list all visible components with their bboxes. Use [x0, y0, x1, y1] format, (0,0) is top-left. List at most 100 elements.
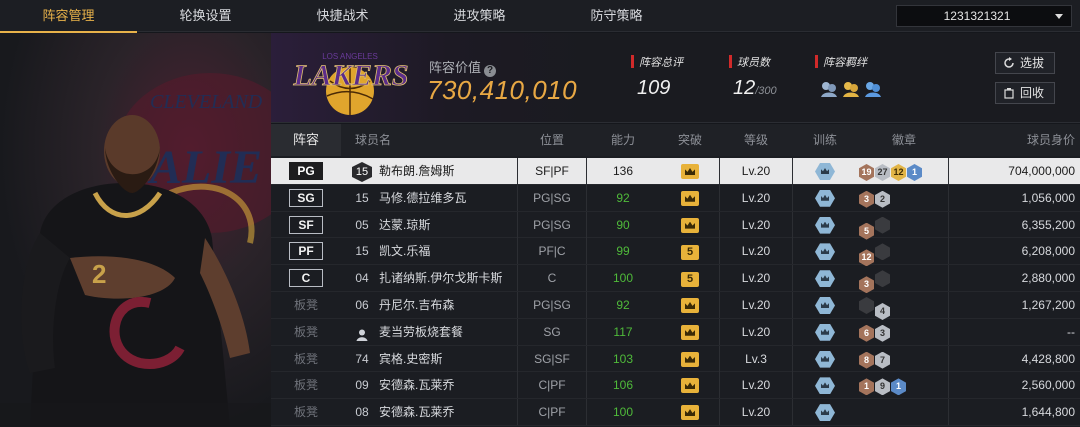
badges-cell[interactable]: 32	[859, 184, 949, 211]
training-icon[interactable]	[815, 377, 835, 395]
badge-icon[interactable]	[875, 270, 890, 288]
position-slot-badge[interactable]: SG	[289, 188, 323, 207]
training-cell[interactable]	[799, 185, 851, 211]
header-lineup[interactable]: 阵容	[271, 124, 341, 156]
crown-icon[interactable]	[681, 324, 699, 340]
training-icon[interactable]	[815, 323, 835, 341]
badges-cell[interactable]: 87	[859, 345, 949, 372]
lineup-slot-cell[interactable]: C	[271, 265, 341, 291]
position-slot-badge[interactable]: PG	[289, 162, 323, 180]
badge-icon[interactable]: 1	[891, 378, 906, 396]
lineup-slot-cell[interactable]: PG	[271, 158, 341, 184]
player-name[interactable]: 麦当劳板烧套餐	[379, 319, 529, 345]
crown-icon[interactable]	[681, 190, 699, 206]
lineup-slot-cell[interactable]: SF	[271, 212, 341, 238]
badges-cell[interactable]: 19 27 12 1	[859, 158, 949, 184]
table-row[interactable]: 板凳 74 宾格.史密斯 SG|SF 103 Lv.3 8 7 4,428,800	[271, 345, 1080, 373]
player-name[interactable]: 马修.德拉维多瓦	[379, 185, 529, 211]
crown-icon[interactable]	[681, 217, 699, 233]
badge-icon[interactable]: 7	[875, 351, 890, 369]
badge-icon[interactable]: 19	[859, 164, 874, 181]
training-cell[interactable]	[799, 212, 851, 238]
breakthrough-badge[interactable]: 5	[681, 272, 699, 288]
lineup-slot-cell[interactable]: 板凳	[271, 346, 341, 372]
tab-rotation-settings[interactable]: 轮换设置	[137, 0, 274, 32]
training-icon[interactable]	[815, 189, 835, 207]
training-icon[interactable]	[815, 216, 835, 234]
badge-icon[interactable]	[875, 243, 890, 261]
badge-icon[interactable]: 27	[875, 164, 890, 181]
breakthrough-cell[interactable]	[663, 212, 717, 238]
player-name[interactable]: 丹尼尔.吉布森	[379, 292, 529, 318]
badge-icon[interactable]: 12	[859, 249, 874, 267]
table-row[interactable]: PG 15 勒布朗.詹姆斯 SF|PF 136 Lv.20 19 27 12 1 704,000,0…	[271, 158, 1080, 185]
table-row[interactable]: 板凳 麦当劳板烧套餐 SG 117 Lv.20 6 3 --	[271, 318, 1080, 346]
table-row[interactable]: 板凳 08 安德森.瓦莱乔 C|PF 100 Lv.20 1,644,800	[271, 399, 1080, 426]
chemistry-icon-2[interactable]	[841, 79, 861, 99]
lineup-slot-cell[interactable]: 板凳	[271, 399, 341, 425]
badge-icon[interactable]: 2	[875, 190, 890, 208]
badges-cell[interactable]: 4	[859, 291, 949, 320]
breakthrough-cell[interactable]	[663, 319, 717, 345]
badge-icon[interactable]: 4	[875, 302, 890, 320]
player-name[interactable]: 凯文.乐福	[379, 238, 529, 264]
breakthrough-cell[interactable]: 5	[663, 265, 717, 291]
table-row[interactable]: SF 05 达蒙.琼斯 PG|SG 90 Lv.20 5 6,355,200	[271, 211, 1080, 240]
badge-icon[interactable]: 3	[875, 324, 890, 342]
badge-icon[interactable]	[875, 216, 890, 234]
badge-icon[interactable]: 8	[859, 351, 874, 369]
badge-icon[interactable]: 3	[859, 190, 874, 208]
player-name[interactable]: 安德森.瓦莱乔	[379, 372, 529, 398]
badge-icon[interactable]: 6	[859, 324, 874, 342]
tab-defense-strategy[interactable]: 防守策略	[548, 0, 685, 32]
training-cell[interactable]	[799, 158, 851, 184]
training-cell[interactable]	[799, 372, 851, 398]
chemistry-icon-3[interactable]	[863, 79, 883, 99]
lineup-slot-cell[interactable]: 板凳	[271, 372, 341, 398]
training-icon[interactable]	[815, 270, 835, 288]
training-cell[interactable]	[799, 319, 851, 345]
lineup-slot-cell[interactable]: SG	[271, 185, 341, 211]
breakthrough-cell[interactable]: 5	[663, 238, 717, 264]
table-row[interactable]: SG 15 马修.德拉维多瓦 PG|SG 92 Lv.20 3 2 1,056,000	[271, 184, 1080, 212]
crown-icon[interactable]	[681, 378, 699, 394]
crown-icon[interactable]	[681, 297, 699, 313]
badge-icon[interactable]: 5	[859, 222, 874, 240]
recycle-button[interactable]: 回收	[995, 82, 1055, 104]
training-cell[interactable]	[799, 292, 851, 318]
lineup-slot-cell[interactable]: 板凳	[271, 292, 341, 318]
badge-icon[interactable]: 3	[859, 276, 874, 294]
table-row[interactable]: C 04 扎诸纳斯.伊尔戈斯卡斯 C 100 5 Lv.20 3 2,880,000	[271, 265, 1080, 294]
chemistry-icon-1[interactable]	[819, 79, 839, 99]
training-icon[interactable]	[815, 350, 835, 368]
player-name[interactable]: 宾格.史密斯	[379, 346, 529, 372]
player-name[interactable]: 扎诸纳斯.伊尔戈斯卡斯	[379, 265, 529, 291]
training-cell[interactable]	[799, 238, 851, 264]
breakthrough-cell[interactable]	[663, 372, 717, 398]
breakthrough-cell[interactable]	[663, 292, 717, 318]
training-icon[interactable]	[815, 296, 835, 314]
tab-offense-strategy[interactable]: 进攻策略	[411, 0, 548, 32]
training-cell[interactable]	[799, 265, 851, 291]
breakthrough-badge[interactable]: 5	[681, 245, 699, 261]
training-icon[interactable]	[815, 404, 835, 422]
badge-icon[interactable]	[859, 296, 874, 314]
badges-cell[interactable]: 191	[859, 372, 949, 399]
training-cell[interactable]	[799, 346, 851, 372]
position-slot-badge[interactable]: C	[289, 269, 323, 288]
lineup-slot-cell[interactable]: 板凳	[271, 319, 341, 345]
player-name[interactable]: 安德森.瓦莱乔	[379, 399, 529, 425]
crown-icon[interactable]	[681, 351, 699, 367]
tab-quick-tactics[interactable]: 快捷战术	[274, 0, 411, 32]
tab-lineup-management[interactable]: 阵容管理	[0, 0, 137, 33]
badge-icon[interactable]: 12	[891, 164, 906, 181]
table-row[interactable]: PF 15 凯文.乐福 PF|C 99 5 Lv.20 12 6,208,000	[271, 238, 1080, 267]
badges-cell[interactable]: 12	[859, 238, 949, 267]
badges-cell[interactable]: 3	[859, 265, 949, 294]
lineup-slot-cell[interactable]: PF	[271, 238, 341, 264]
badge-icon[interactable]: 1	[859, 378, 874, 396]
account-dropdown[interactable]: 1231321321	[896, 5, 1072, 27]
breakthrough-cell[interactable]	[663, 346, 717, 372]
position-slot-badge[interactable]: SF	[289, 215, 323, 234]
position-slot-badge[interactable]: PF	[289, 242, 323, 261]
